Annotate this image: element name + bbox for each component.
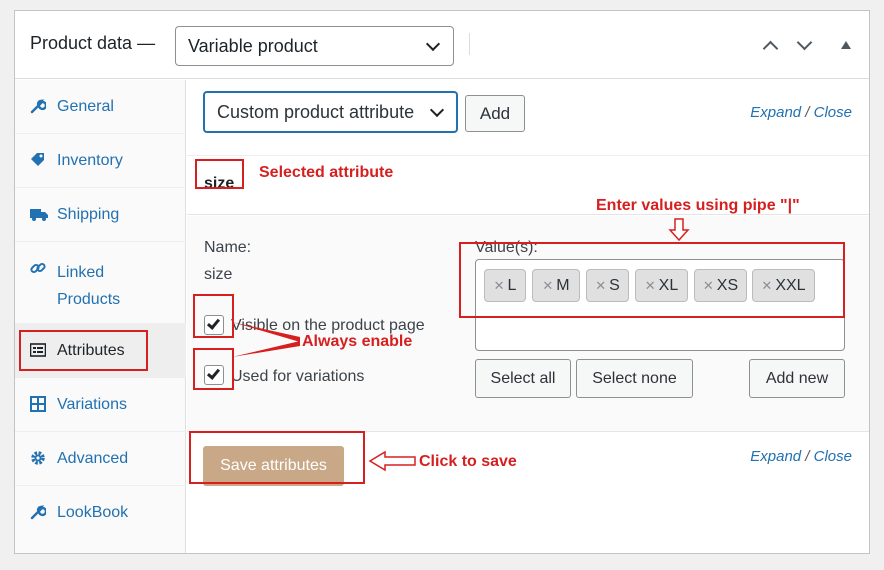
annotation-arrows xyxy=(232,218,690,472)
down-arrow-icon xyxy=(668,218,690,242)
pointer-lines xyxy=(232,322,300,357)
left-arrow-icon xyxy=(368,450,416,472)
